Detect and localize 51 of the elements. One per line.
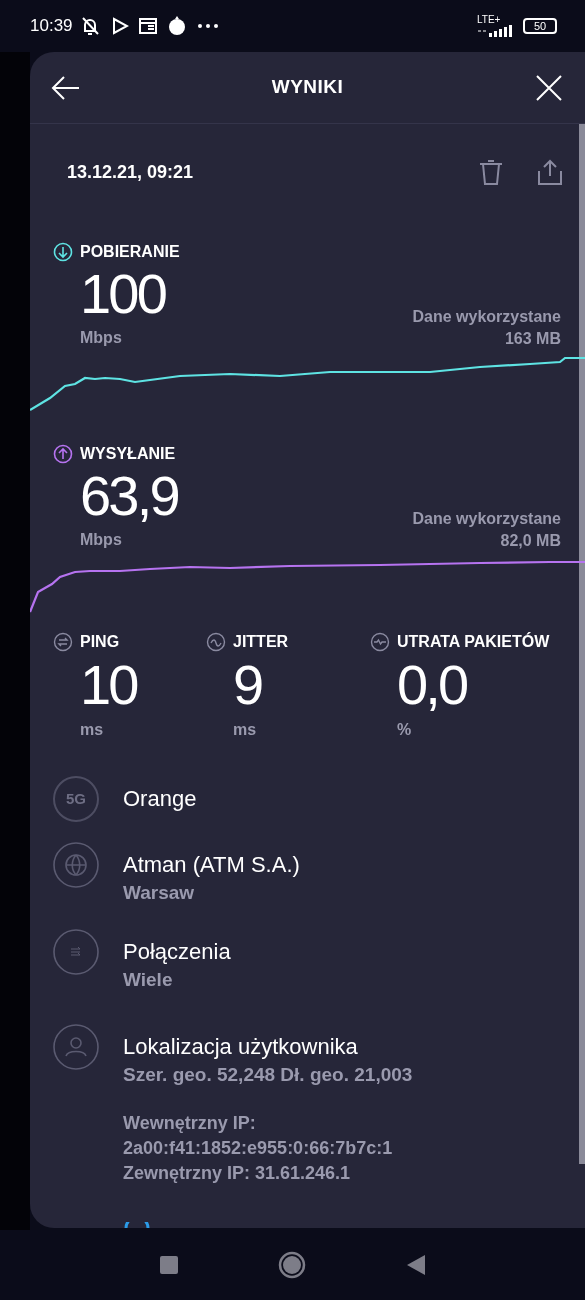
home-button[interactable] (278, 1251, 307, 1279)
metric-unit: ms (79, 720, 105, 740)
network-badge: 5G (53, 776, 99, 822)
signal-icon (477, 25, 515, 37)
user-icon (53, 1024, 99, 1070)
data-used-label: Dane wykorzystane (412, 307, 561, 327)
wave-icon (206, 632, 226, 652)
metric-unit: % (396, 720, 413, 740)
pulse-icon (370, 632, 390, 652)
screen-title: WYNIKI (270, 75, 345, 100)
ip-text: Zewnętrzny IP: 31.61.246.1 (123, 1162, 352, 1185)
share-button[interactable] (537, 159, 563, 185)
delete-button[interactable] (479, 159, 503, 185)
info-subtitle: Wiele (123, 968, 174, 992)
result-date: 13.12.21, 09:21 (67, 160, 194, 184)
back-nav-button[interactable] (406, 1255, 425, 1275)
ip-text: Wewnętrzny IP: (123, 1112, 257, 1135)
ip-text: 2a00:f41:1852:e955:0:66:7b7c:1 (123, 1137, 394, 1160)
speed-value: 100 (80, 264, 166, 324)
globe-icon (53, 842, 99, 888)
metric-value: 0,0 (396, 654, 468, 716)
speed-label: WYSYŁANIE (80, 444, 176, 464)
speed-label: POBIERANIE (80, 242, 180, 262)
info-subtitle: Warsaw (123, 881, 196, 905)
metric-label: UTRATA PAKIETÓW (397, 631, 550, 652)
more-icon (196, 23, 219, 29)
play-store-icon (110, 17, 129, 35)
arrows-icon (53, 632, 73, 652)
info-subtitle: Szer. geo. 52,248 Dł. geo. 21,003 (123, 1063, 413, 1087)
metric-unit: ms (232, 720, 258, 740)
data-used-value: 82,0 MB (500, 531, 561, 551)
lines-icon (53, 929, 99, 975)
info-title: Atman (ATM S.A.) (123, 851, 300, 879)
info-title: Połączenia (123, 938, 231, 966)
battery-icon: 50 (523, 18, 557, 34)
speed-value: 63,9 (80, 466, 178, 526)
metric-label: PING (80, 632, 120, 652)
recents-button[interactable] (160, 1256, 179, 1274)
metric-label: JITTER (233, 632, 289, 652)
network-type: LTE+ (477, 15, 501, 25)
scrollbar[interactable] (579, 124, 585, 1164)
metric-value: 10 (79, 654, 139, 716)
info-title: Lokalizacja użytkownika (123, 1033, 359, 1061)
speed-unit: Mbps (80, 530, 123, 550)
status-time: 10:39 (30, 15, 73, 38)
speed-unit: Mbps (80, 328, 123, 348)
metric-value: 9 (232, 654, 263, 716)
data-used-value: 163 MB (504, 329, 561, 349)
info-title: Orange (123, 785, 197, 813)
newspaper-icon (138, 18, 157, 34)
data-used-label: Dane wykorzystane (412, 509, 561, 529)
